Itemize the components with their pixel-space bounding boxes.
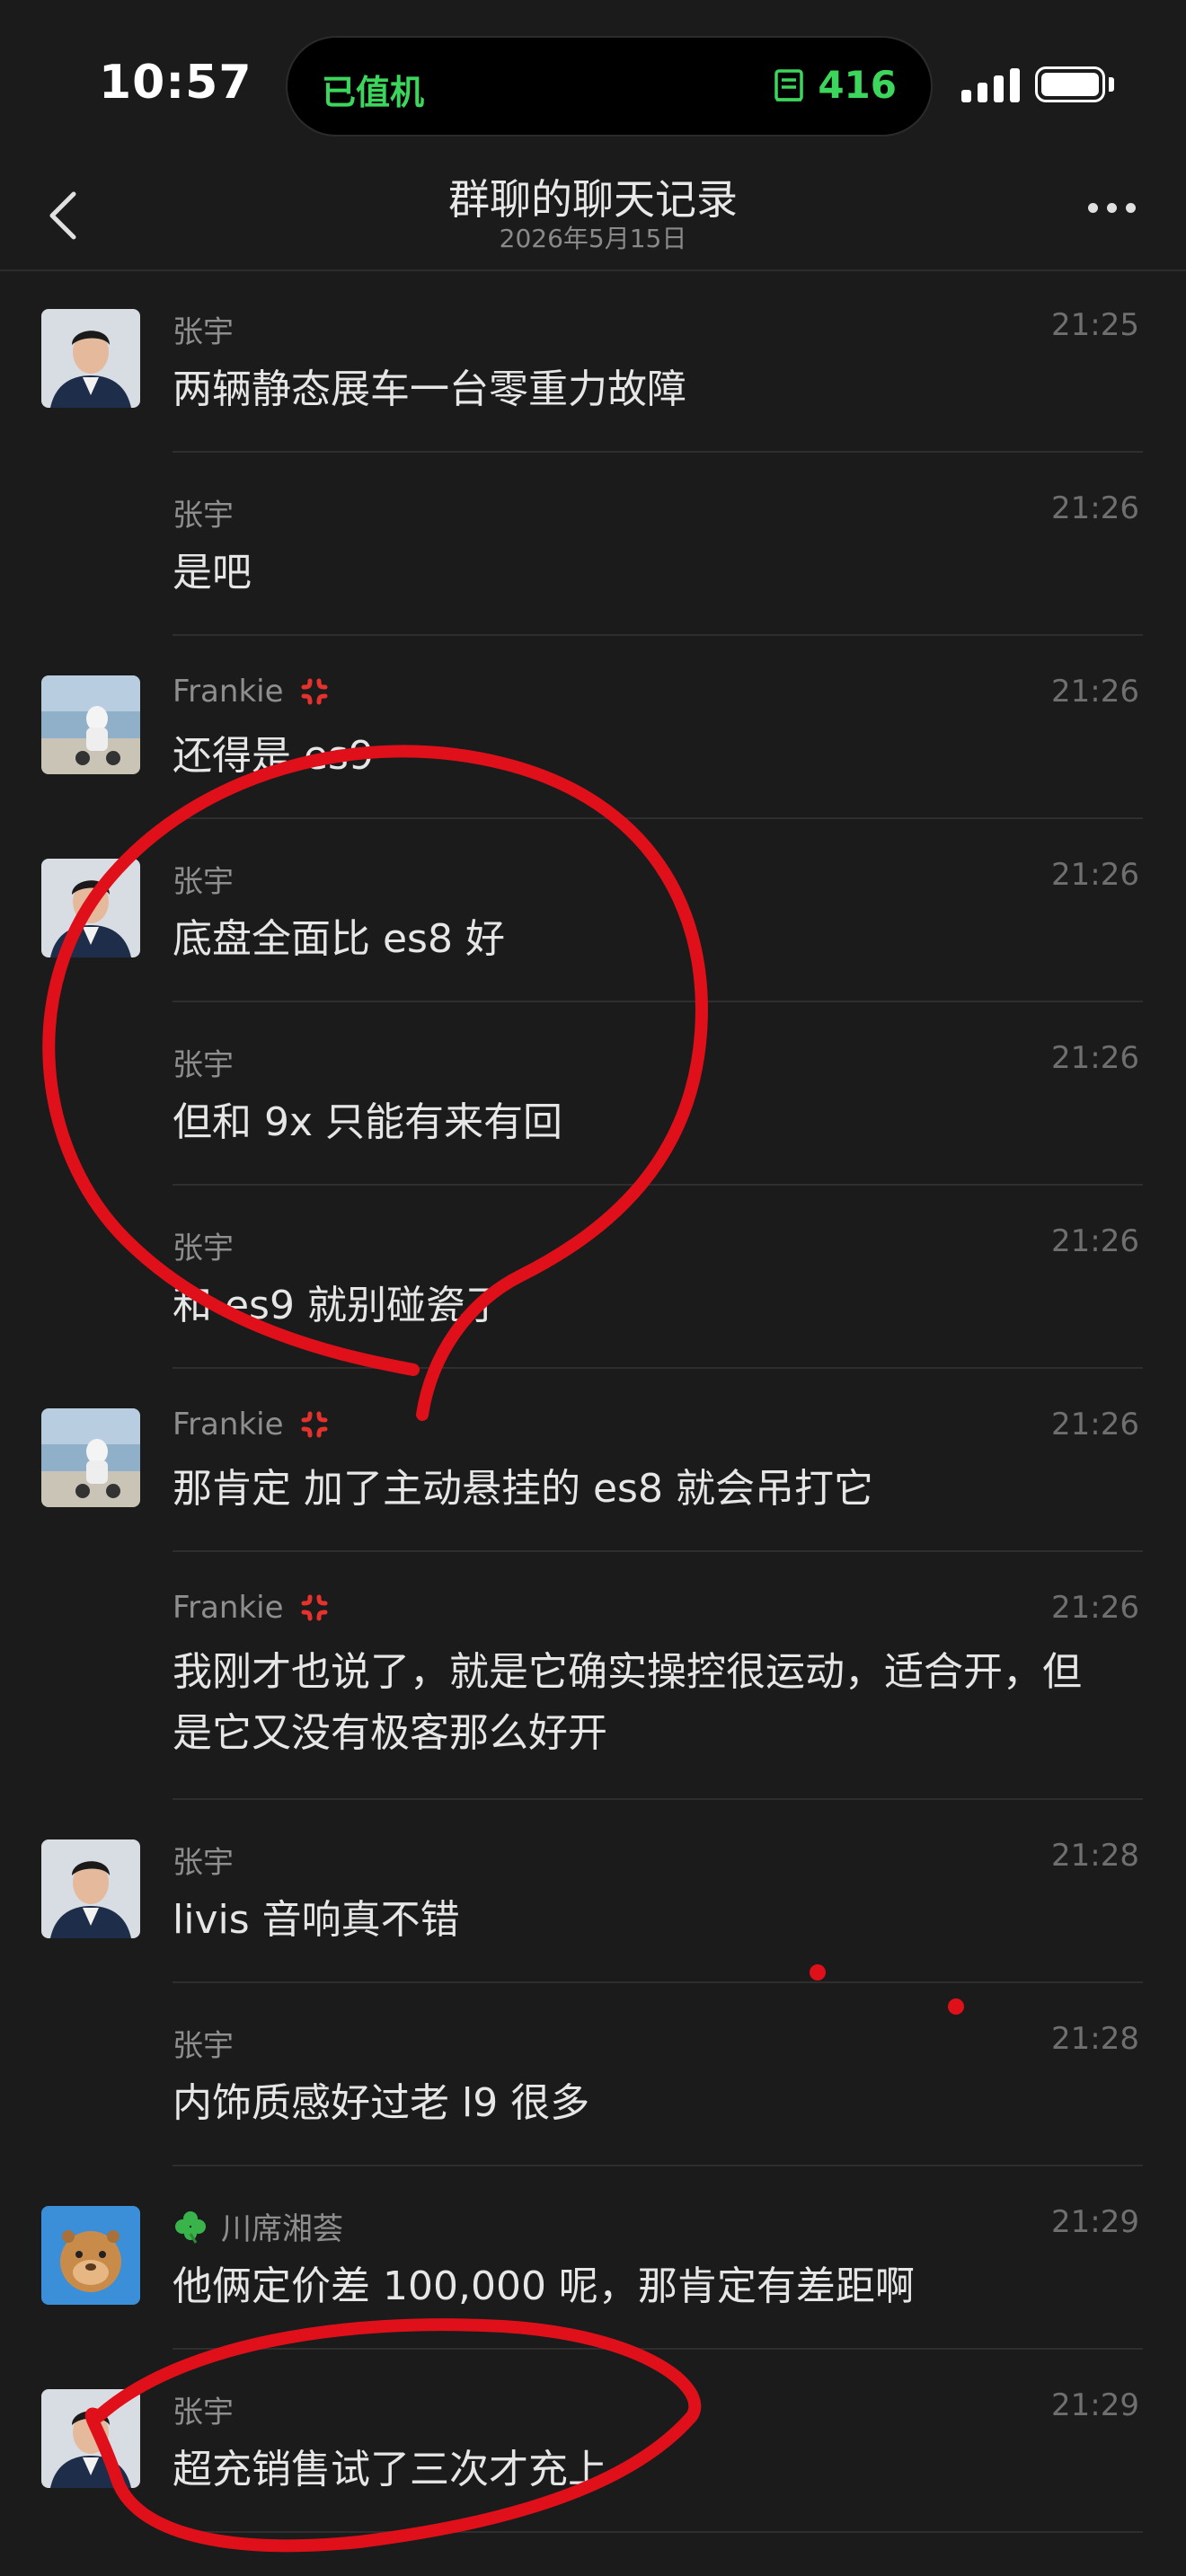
anger-icon xyxy=(301,1594,327,1621)
message-text: 是吧 xyxy=(173,550,252,595)
sender-name: 张宇 xyxy=(173,498,234,534)
message-time: 21:26 xyxy=(1051,1590,1139,1626)
sender-name: 张宇 xyxy=(173,864,234,900)
chat-message-row[interactable]: 张宇 21:28 内饰质感好过老 l9 很多 xyxy=(0,1983,1186,2166)
message-time: 21:28 xyxy=(1051,2021,1139,2057)
message-text: 我刚才也说了，就是它确实操控很运动，适合开，但是它又没有极客那么好开 xyxy=(173,1649,1082,1756)
battery-tip xyxy=(1109,77,1114,92)
message-text: livis 音响真不错 xyxy=(173,1897,460,1943)
message-text: 底盘全面比 es8 好 xyxy=(173,916,505,962)
message-time: 21:26 xyxy=(1051,857,1139,893)
message-time: 21:29 xyxy=(1051,2204,1139,2240)
sender-name: Frankie xyxy=(173,674,284,710)
boarding-pass-icon xyxy=(774,68,804,101)
island-gate-number: 416 xyxy=(818,63,897,107)
message-sender: 张宇 xyxy=(173,490,234,534)
message-sender: 张宇 xyxy=(173,1040,234,1084)
message-sender: 张宇 xyxy=(173,2387,234,2431)
sender-name: 张宇 xyxy=(173,2028,234,2064)
avatar[interactable] xyxy=(41,2389,140,2488)
island-flight-info: 416 xyxy=(771,63,897,107)
avatar[interactable] xyxy=(41,2206,140,2305)
status-bar: 10:57 已值机 416 xyxy=(0,0,1186,162)
message-text: 两辆静态展车一台零重力故障 xyxy=(173,366,686,412)
battery-full-icon xyxy=(1035,66,1105,102)
avatar[interactable] xyxy=(41,309,140,408)
message-time: 21:25 xyxy=(1051,307,1139,343)
sender-name: 张宇 xyxy=(173,1231,234,1266)
message-text: 超充销售试了三次才充上 xyxy=(173,2447,607,2492)
avatar[interactable] xyxy=(41,675,140,774)
message-time: 21:26 xyxy=(1051,674,1139,710)
message-sender: 川席湘荟 xyxy=(173,2204,343,2248)
sender-name: 张宇 xyxy=(173,2395,234,2430)
chat-message-row[interactable]: 张宇 21:28 livis 音响真不错 xyxy=(0,1800,1186,1983)
sender-name: 张宇 xyxy=(173,1047,234,1083)
clover-icon xyxy=(175,2210,206,2244)
message-text: 那肯定 加了主动悬挂的 es8 就会吊打它 xyxy=(173,1466,873,1512)
message-time: 21:28 xyxy=(1051,1838,1139,1874)
sender-name: 张宇 xyxy=(173,1845,234,1881)
chat-message-row[interactable]: 张宇 21:26 但和 9x 只能有来有回 xyxy=(0,1002,1186,1186)
avatar[interactable] xyxy=(41,859,140,957)
message-time: 21:26 xyxy=(1051,490,1139,526)
page-title: 群聊的聊天记录 xyxy=(448,175,738,224)
message-text: 但和 9x 只能有来有回 xyxy=(173,1099,563,1145)
chat-message-row[interactable]: Frankie 21:26 那肯定 加了主动悬挂的 es8 就会吊打它 xyxy=(0,1369,1186,1552)
chat-message-row[interactable]: 张宇 21:29 超充销售试了三次才充上 xyxy=(0,2350,1186,2533)
chat-message-row[interactable]: 川席湘荟 21:29 他俩定价差 100,000 呢，那肯定有差距啊 xyxy=(0,2166,1186,2350)
message-sender: 张宇 xyxy=(173,1223,234,1267)
page-subtitle-date: 2026年5月15日 xyxy=(499,224,687,253)
message-sender: 张宇 xyxy=(173,1838,234,1882)
chat-message-row[interactable]: 张宇 21:26 底盘全面比 es8 好 xyxy=(0,819,1186,1002)
anger-icon xyxy=(301,1411,327,1438)
sender-name: Frankie xyxy=(173,1407,284,1442)
message-time: 21:26 xyxy=(1051,1223,1139,1259)
chat-message-row[interactable]: Frankie 21:26 还得是 es9 xyxy=(0,636,1186,819)
chat-history-list[interactable]: 张宇 21:25 两辆静态展车一台零重力故障 张宇 21:26 是吧 Frankie 21:2… xyxy=(0,269,1186,2533)
message-sender: 张宇 xyxy=(173,857,234,901)
nav-bar: 群聊的聊天记录 2026年5月15日 xyxy=(0,162,1186,271)
sender-name: 川席湘荟 xyxy=(221,2211,343,2247)
message-time: 21:29 xyxy=(1051,2387,1139,2423)
message-sender: 张宇 xyxy=(173,307,234,351)
more-dots-icon[interactable] xyxy=(1088,203,1136,213)
avatar[interactable] xyxy=(41,1839,140,1938)
chat-message-row[interactable]: 张宇 21:26 是吧 xyxy=(0,453,1186,636)
sender-name: Frankie xyxy=(173,1590,284,1626)
chat-message-row[interactable]: Frankie 21:26 我刚才也说了，就是它确实操控很运动，适合开，但是它又没有… xyxy=(0,1552,1186,1800)
message-text: 还得是 es9 xyxy=(173,733,374,779)
status-time: 10:57 xyxy=(99,56,252,110)
message-text: 内饰质感好过老 l9 很多 xyxy=(173,2080,590,2126)
message-sender: Frankie xyxy=(173,1407,332,1442)
message-sender: Frankie xyxy=(173,1590,332,1626)
message-text: 和 es9 就别碰瓷了 xyxy=(173,1283,505,1328)
message-time: 21:26 xyxy=(1051,1407,1139,1442)
sender-name: 张宇 xyxy=(173,314,234,350)
divider xyxy=(173,2531,1143,2533)
message-sender: Frankie xyxy=(173,674,332,710)
island-checkin-label: 已值机 xyxy=(322,73,425,112)
message-time: 21:26 xyxy=(1051,1040,1139,1076)
chat-message-row[interactable]: 张宇 21:25 两辆静态展车一台零重力故障 xyxy=(0,269,1186,453)
avatar[interactable] xyxy=(41,1408,140,1507)
dynamic-island[interactable]: 已值机 416 xyxy=(286,36,933,137)
anger-icon xyxy=(301,678,327,705)
message-text: 他俩定价差 100,000 呢，那肯定有差距啊 xyxy=(173,2263,915,2309)
chat-message-row[interactable]: 张宇 21:26 和 es9 就别碰瓷了 xyxy=(0,1186,1186,1369)
message-sender: 张宇 xyxy=(173,2021,234,2065)
cellular-signal-icon xyxy=(961,66,1020,102)
